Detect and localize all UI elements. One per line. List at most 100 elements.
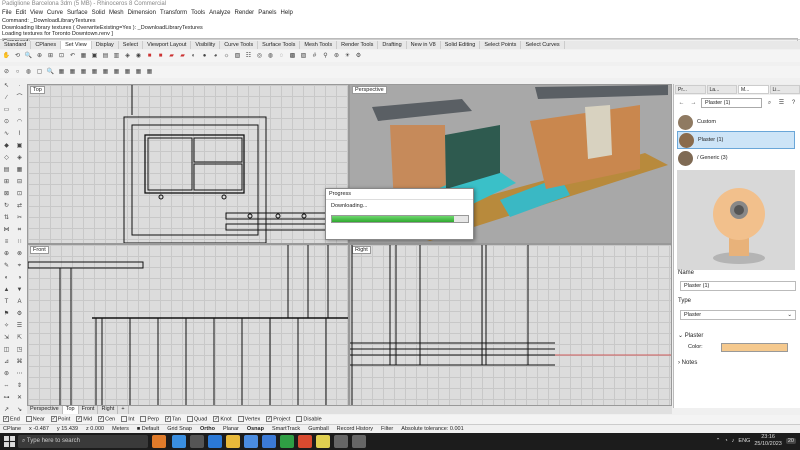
target-icon[interactable]: ⊛ [332, 52, 341, 61]
sphere-icon[interactable]: ◍ [24, 68, 33, 77]
task-view-icon[interactable] [190, 435, 204, 448]
left-tool-icon[interactable]: ☰ [14, 322, 25, 332]
left-tool-icon[interactable]: A [14, 298, 25, 308]
cplane-label[interactable]: CPlane [3, 426, 21, 432]
add-viewport-tab-icon[interactable]: + [118, 406, 129, 414]
left-tool-icon[interactable]: ⊙ [1, 118, 12, 128]
file-explorer-icon[interactable] [226, 435, 240, 448]
toolbar-tab[interactable]: Select Curves [521, 41, 565, 49]
cplane-icon[interactable]: ▦ [79, 52, 88, 61]
osnap-toggle[interactable]: Osnap [247, 426, 264, 432]
toolbar-tab[interactable]: CPlanes [31, 41, 62, 49]
toolbar-tab[interactable]: Select Points [480, 41, 522, 49]
toolbar-tab[interactable]: New in V8 [407, 41, 441, 49]
menu-item-render[interactable]: Render [235, 10, 255, 17]
hand-pan-icon[interactable]: ✋ [2, 52, 11, 61]
checkbox[interactable] [140, 416, 147, 423]
osnap-point[interactable]: ✓ Point [50, 416, 70, 423]
language-indicator[interactable]: ENG [738, 438, 750, 444]
environment-icon[interactable]: ◌ [277, 52, 286, 61]
osnap-perp[interactable]: Perp [140, 416, 159, 423]
menu-item-file[interactable]: File [2, 10, 12, 17]
left-tool-icon[interactable]: ▤ [1, 166, 12, 176]
viewport-tab[interactable]: Top [62, 406, 79, 414]
left-tool-icon[interactable]: ▼ [14, 286, 25, 296]
forward-arrow-icon[interactable]: → [689, 99, 698, 108]
filter-toggle[interactable]: Filter [381, 426, 393, 432]
left-tool-icon[interactable]: ⊛ [1, 370, 12, 380]
left-tool-icon[interactable]: ⇅ [1, 214, 12, 224]
left-tool-icon[interactable]: ◠ [14, 118, 25, 128]
panel-tab[interactable]: Pr... [675, 85, 706, 94]
snapshot-icon[interactable]: ▩ [288, 52, 297, 61]
zoom-window-icon[interactable]: ⊞ [46, 52, 55, 61]
menu-item-solid[interactable]: Solid [92, 10, 105, 17]
left-tool-icon[interactable]: ∷ [14, 238, 25, 248]
left-tool-icon[interactable]: ∿ [1, 130, 12, 140]
osnap-cen[interactable]: ✓ Cen [98, 416, 115, 423]
toolbar-tab[interactable]: Solid Editing [441, 41, 481, 49]
left-tool-icon[interactable]: ⊞ [1, 178, 12, 188]
layer-icon[interactable]: ▧ [233, 52, 242, 61]
menu-item-surface[interactable]: Surface [67, 10, 88, 17]
material-item[interactable]: Custom [677, 113, 795, 131]
osnap-vertex[interactable]: Vertex [237, 416, 260, 423]
panel-tab[interactable]: Li... [769, 85, 800, 94]
left-tool-icon[interactable]: ⌖ [14, 262, 25, 272]
left-tool-icon[interactable]: ⊿ [1, 358, 12, 368]
cancel-icon[interactable]: ⊘ [2, 68, 11, 77]
camera-icon[interactable]: ◉ [134, 52, 143, 61]
red-car-icon[interactable]: ▰ [178, 52, 187, 61]
left-tool-icon[interactable]: ▲ [1, 286, 12, 296]
windows-start-icon[interactable] [4, 436, 15, 447]
network-icon[interactable]: ◔ [724, 438, 727, 444]
checkbox[interactable]: ✓ [76, 416, 83, 423]
shaded-icon[interactable]: ● [200, 52, 209, 61]
left-tool-icon[interactable]: ◑ [14, 274, 25, 284]
properties-icon[interactable]: ☷ [244, 52, 253, 61]
red-car-icon[interactable]: ▰ [167, 52, 176, 61]
left-tool-icon[interactable]: ⌇ [14, 130, 25, 140]
set-view-front-icon[interactable]: ▤ [101, 52, 110, 61]
rhino-icon[interactable] [334, 435, 348, 448]
left-tool-icon[interactable]: ✧ [1, 322, 12, 332]
toolbar-tab[interactable]: Surface Tools [258, 41, 301, 49]
left-tool-icon[interactable]: ◫ [1, 346, 12, 356]
left-tool-icon[interactable]: ⇱ [14, 334, 25, 344]
left-tool-icon[interactable]: ⊠ [1, 190, 12, 200]
left-tool-icon[interactable]: ✎ [1, 262, 12, 272]
magnifier-icon[interactable]: 🔍 [46, 68, 55, 77]
osnap-disable[interactable]: Disable [296, 416, 322, 423]
checkbox[interactable]: ✓ [164, 416, 171, 423]
material-item[interactable]: Plaster (1) [677, 131, 795, 149]
zoom-selected-icon[interactable]: ⊡ [57, 52, 66, 61]
settings-icon[interactable]: ⚙ [354, 52, 363, 61]
left-tool-icon[interactable]: ⇲ [1, 334, 12, 344]
toolbar-tab[interactable]: Visibility [191, 41, 221, 49]
viewport-tab[interactable]: Right [98, 406, 119, 414]
viewport-top[interactable]: Top [27, 84, 349, 244]
taskbar-app-icon[interactable] [152, 435, 166, 448]
set-view-persp-icon[interactable]: ◈ [123, 52, 132, 61]
taskbar-app-icon[interactable] [172, 435, 186, 448]
notifications-icon[interactable]: 20 [785, 437, 796, 444]
notes-section-header[interactable]: › Notes [678, 360, 697, 366]
checkbox[interactable]: ✓ [266, 416, 273, 423]
box-icon[interactable]: ▢ [35, 68, 44, 77]
back-arrow-icon[interactable]: ← [677, 99, 686, 108]
menu-item-dimension[interactable]: Dimension [128, 10, 156, 17]
left-tool-icon[interactable]: ⊕ [1, 250, 12, 260]
left-tool-icon[interactable]: ∕ [1, 94, 12, 104]
left-tool-icon[interactable]: ⌒ [14, 94, 25, 104]
left-tool-icon[interactable]: ◇ [1, 154, 12, 164]
set-view-right-icon[interactable]: ▥ [112, 52, 121, 61]
viewport-tab[interactable]: Perspective [27, 406, 63, 414]
left-tool-icon[interactable]: ▣ [14, 142, 25, 152]
units[interactable]: Meters [112, 426, 129, 432]
excel-icon[interactable] [280, 435, 294, 448]
left-tool-icon[interactable]: ▦ [14, 166, 25, 176]
left-tool-icon[interactable]: ⚙ [14, 310, 25, 320]
color-swatch[interactable] [721, 343, 788, 352]
left-tool-icon[interactable]: ✂ [14, 214, 25, 224]
left-tool-icon[interactable]: ⇔ [1, 382, 12, 392]
